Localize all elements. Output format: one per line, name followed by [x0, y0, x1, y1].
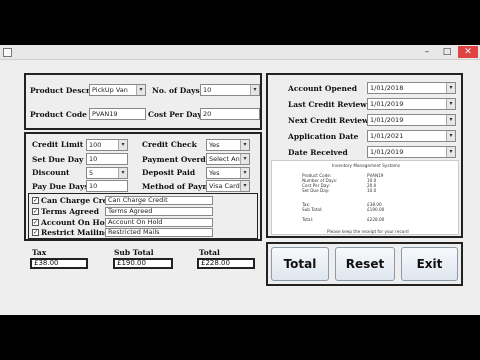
chevron-down-icon: ▾: [446, 99, 455, 109]
chevron-down-icon: ▾: [240, 181, 249, 191]
credit-panel: Credit Limit 100 ▾ Credit Check Yes ▾ Se…: [24, 132, 262, 241]
application-date-select[interactable]: 1/01/2021 ▾: [367, 130, 456, 142]
deposit-paid-label: Deposit Paid: [142, 168, 196, 177]
payment-overdue-label: Payment Overdue: [142, 155, 216, 164]
pay-due-days-field[interactable]: 10: [86, 180, 128, 192]
chevron-down-icon: ▾: [446, 83, 455, 93]
sub-total-field[interactable]: £190.00: [113, 258, 173, 269]
receipt-row-value: 10.0: [367, 188, 377, 193]
product-description-select[interactable]: PickUp Van ▾: [89, 84, 146, 96]
cost-per-day-field[interactable]: 20: [200, 108, 260, 120]
app-window: – □ ✕ Product Description PickUp Van ▾ N…: [0, 45, 480, 315]
product-code-label: Product Code: [30, 110, 87, 119]
chevron-down-icon: ▾: [446, 147, 455, 157]
method-of-payment-select[interactable]: Visa Card ▾: [206, 180, 250, 192]
chevron-down-icon: ▾: [240, 154, 249, 164]
no-of-days-select[interactable]: 10 ▾: [200, 84, 260, 96]
payment-overdue-select[interactable]: Select An Option ▾: [206, 153, 250, 165]
next-credit-review-select[interactable]: 1/01/2019 ▾: [367, 114, 456, 126]
account-opened-select[interactable]: 1/01/2018 ▾: [367, 82, 456, 94]
account-on-hold-checkbox[interactable]: ✓: [32, 219, 39, 226]
account-on-hold-label: Account On Hold: [41, 218, 113, 227]
account-opened-label: Account Opened: [288, 84, 357, 93]
receipt-total-key: Total:: [302, 217, 314, 222]
buttons-panel: Total Reset Exit: [266, 242, 463, 286]
tax-label: Tax: [32, 248, 47, 257]
terms-agreed-checkbox[interactable]: ✓: [32, 208, 39, 215]
no-of-days-label: No. of Days: [152, 86, 200, 95]
pay-due-days-label: Pay Due Days: [32, 182, 89, 191]
chevron-down-icon: ▾: [250, 85, 259, 95]
next-credit-review-label: Next Credit Review: [288, 116, 369, 125]
receipt-row-key: Set Due Day:: [302, 188, 330, 193]
title-bar: – □ ✕: [0, 45, 480, 60]
date-received-label: Date Received: [288, 148, 348, 157]
chevron-down-icon: ▾: [136, 85, 145, 95]
sub-total-label: Sub Total: [114, 248, 154, 257]
account-on-hold-field[interactable]: Account On Hold: [105, 218, 213, 227]
terms-agreed-label: Terms Agreed: [41, 207, 100, 216]
maximize-button[interactable]: □: [438, 46, 456, 58]
terms-agreed-field[interactable]: Terms Agreed: [105, 207, 213, 216]
discount-select[interactable]: 5 ▾: [86, 167, 128, 179]
receipt-total-key: Sub Total:: [302, 207, 323, 212]
options-subpanel: ✓ Can Charge Credit Can Charge Credit ✓ …: [28, 193, 258, 239]
reset-button[interactable]: Reset: [335, 247, 395, 281]
credit-limit-label: Credit Limit: [32, 140, 84, 149]
can-charge-credit-checkbox[interactable]: ✓: [32, 197, 39, 204]
product-panel: Product Description PickUp Van ▾ No. of …: [24, 73, 262, 130]
set-due-day-field[interactable]: 10: [86, 153, 128, 165]
credit-check-label: Credit Check: [142, 140, 197, 149]
set-due-day-label: Set Due Day: [32, 155, 84, 164]
close-button[interactable]: ✕: [458, 46, 478, 58]
credit-check-select[interactable]: Yes ▾: [206, 139, 250, 151]
last-credit-review-label: Last Credit Review: [288, 100, 367, 109]
chevron-down-icon: ▾: [446, 115, 455, 125]
exit-button[interactable]: Exit: [401, 247, 458, 281]
receipt-total-value: £190.00: [367, 207, 385, 212]
total-button[interactable]: Total: [271, 247, 329, 281]
tax-field[interactable]: £38.00: [30, 258, 88, 269]
receipt-area[interactable]: Inventory Management Systems Product Cod…: [271, 160, 459, 235]
chevron-down-icon: ▾: [240, 168, 249, 178]
minimize-button[interactable]: –: [418, 46, 436, 58]
restrict-mailing-field[interactable]: Restricted Mails: [105, 228, 213, 237]
discount-label: Discount: [32, 168, 70, 177]
credit-limit-select[interactable]: 100 ▾: [86, 139, 128, 151]
product-code-field[interactable]: PVAN19: [89, 108, 146, 120]
receipt-footer: Please keep the receipt for your record: [327, 229, 409, 234]
app-icon: [3, 48, 12, 57]
chevron-down-icon: ▾: [118, 168, 127, 178]
total-field[interactable]: £228.00: [197, 258, 255, 269]
chevron-down-icon: ▾: [240, 140, 249, 150]
receipt-total-value: £228.00: [367, 217, 385, 222]
restrict-mailing-checkbox[interactable]: ✓: [32, 229, 39, 236]
dates-panel: Account Opened 1/01/2018 ▾ Last Credit R…: [266, 73, 463, 238]
deposit-paid-select[interactable]: Yes ▾: [206, 167, 250, 179]
can-charge-credit-field[interactable]: Can Charge Credit: [105, 196, 213, 205]
chevron-down-icon: ▾: [446, 131, 455, 141]
total-label: Total: [199, 248, 220, 257]
last-credit-review-select[interactable]: 1/01/2019 ▾: [367, 98, 456, 110]
date-received-select[interactable]: 1/01/2019 ▾: [367, 146, 456, 158]
chevron-down-icon: ▾: [118, 140, 127, 150]
receipt-title: Inventory Management Systems: [332, 163, 401, 168]
restrict-mailing-label: Restrict Mailing: [41, 228, 110, 237]
application-date-label: Application Date: [288, 132, 359, 141]
